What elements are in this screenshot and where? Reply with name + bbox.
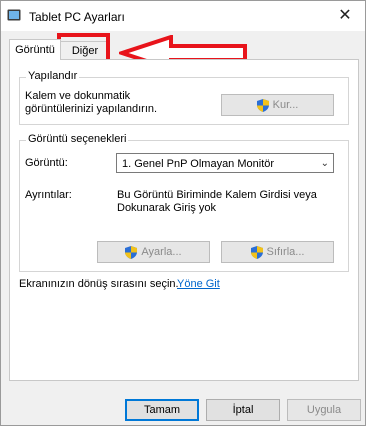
apply-button[interactable]: Uygula	[287, 399, 361, 421]
uac-shield-icon	[256, 98, 269, 112]
orientation-text: Ekranınızın dönüş sırasını seçin.	[19, 278, 179, 290]
configure-group: Yapılandır Kalem ve dokunmatik görüntüle…	[19, 70, 349, 125]
details-line1: Bu Görüntü Biriminde Kalem Girdisi veya	[117, 189, 317, 201]
adjust-button[interactable]: Ayarla...	[97, 241, 210, 263]
reset-button[interactable]: Sıfırla...	[221, 241, 334, 263]
display-select[interactable]: 1. Genel PnP Olmayan Monitör ⌄	[116, 153, 334, 173]
configure-text-line1: Kalem ve dokunmatik	[25, 90, 131, 102]
ok-button[interactable]: Tamam	[125, 399, 199, 421]
configure-text-line2: görüntülerinizi yapılandırın.	[25, 103, 158, 115]
go-to-orientation-link[interactable]: Yöne Git	[177, 278, 220, 290]
setup-button[interactable]: Kur...	[221, 94, 334, 116]
details-label: Ayrıntılar:	[25, 189, 72, 201]
display-options-title: Görüntü seçenekleri	[26, 133, 129, 145]
tablet-icon	[7, 9, 21, 21]
configure-group-title: Yapılandır	[26, 70, 80, 82]
details-line2: Dokunarak Giriş yok	[117, 202, 217, 214]
reset-button-label: Sıfırla...	[266, 246, 305, 258]
display-label: Görüntü:	[25, 157, 68, 169]
setup-button-label: Kur...	[272, 99, 299, 111]
title-bar: Tablet PC Ayarları ✕	[1, 1, 365, 31]
display-select-value: 1. Genel PnP Olmayan Monitör	[122, 158, 275, 170]
close-button[interactable]: ✕	[325, 1, 365, 31]
cancel-button[interactable]: İptal	[206, 399, 280, 421]
uac-shield-icon	[250, 245, 263, 259]
window-title: Tablet PC Ayarları	[29, 10, 125, 24]
close-icon: ✕	[338, 7, 352, 24]
adjust-button-label: Ayarla...	[141, 246, 182, 258]
tablet-pc-settings-window: Tablet PC Ayarları ✕ Görüntü Diğer Yapıl…	[0, 0, 366, 426]
chevron-down-icon: ⌄	[320, 158, 329, 169]
uac-shield-icon	[125, 245, 138, 259]
tab-display[interactable]: Görüntü	[9, 39, 61, 60]
tab-panel: Yapılandır Kalem ve dokunmatik görüntüle…	[9, 59, 359, 381]
